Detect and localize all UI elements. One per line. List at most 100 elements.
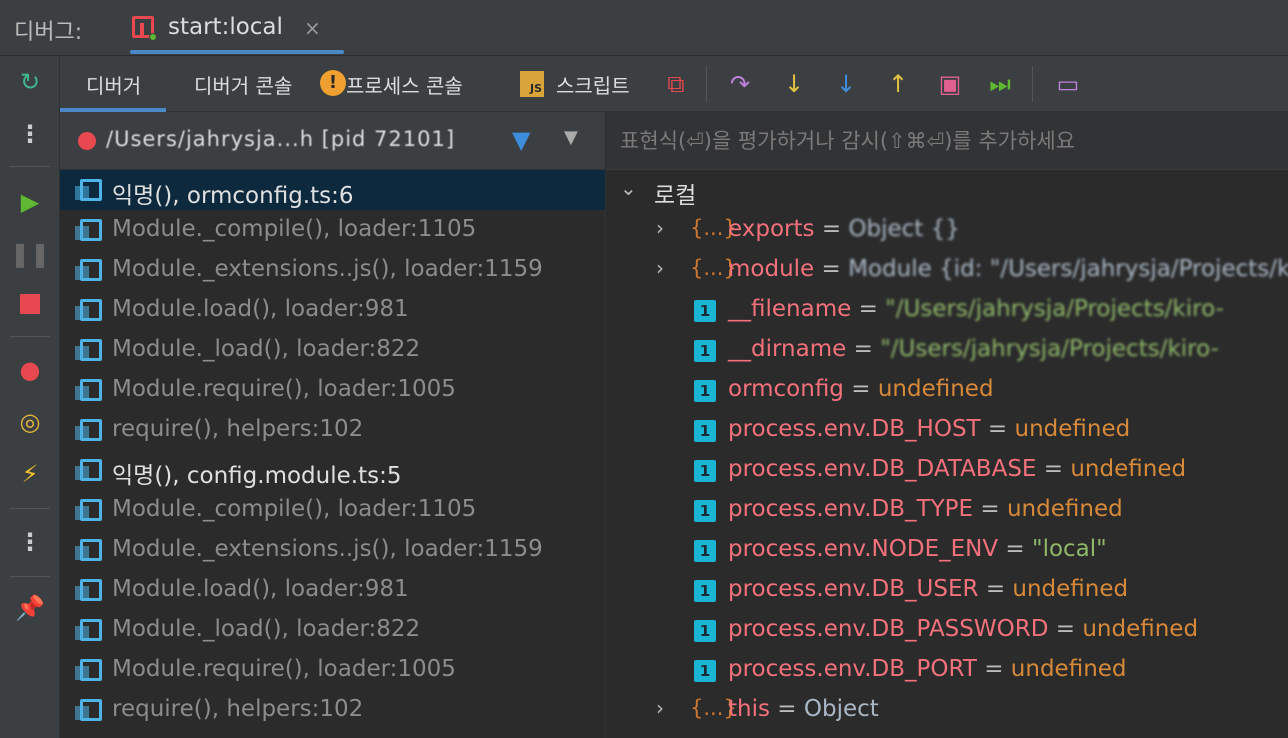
variable-value: Object bbox=[803, 696, 879, 722]
primitive-icon: 1 bbox=[694, 460, 716, 482]
separator bbox=[10, 166, 50, 167]
variable-row-module[interactable]: › {...} module = Module {id: "/Users/jah… bbox=[606, 250, 1288, 290]
variable-row-exports[interactable]: › {...} exports = Object {} bbox=[606, 210, 1288, 250]
variable-name: process.env.DB_TYPE bbox=[728, 496, 974, 522]
active-tab-underline bbox=[130, 50, 344, 54]
variable-row-filename[interactable]: 1 __filename = "/Users/jahrysja/Projects… bbox=[606, 290, 1288, 330]
variable-value: undefined bbox=[1012, 576, 1129, 602]
variable-row-dirname[interactable]: 1 __dirname = "/Users/jahrysja/Projects/… bbox=[606, 330, 1288, 370]
variable-value: undefined bbox=[877, 376, 994, 402]
variable-name: process.env.NODE_ENV bbox=[728, 536, 999, 562]
stack-frame-icon bbox=[75, 379, 102, 401]
frame-row[interactable]: Module._extensions..js(), loader:1159 bbox=[60, 530, 605, 570]
separator bbox=[10, 336, 50, 337]
variable-value: undefined bbox=[1070, 456, 1187, 482]
variable-value: Module {id: "/Users/jahrysja/Projects/ki… bbox=[848, 256, 1288, 282]
stack-frame-icon bbox=[75, 339, 102, 361]
expression-bar bbox=[606, 112, 1288, 170]
primitive-icon: 1 bbox=[694, 380, 716, 402]
primitive-icon: 1 bbox=[694, 340, 716, 362]
variable-row-db-user[interactable]: 1 process.env.DB_USER = undefined bbox=[606, 570, 1288, 610]
chevron-right-icon[interactable]: › bbox=[656, 256, 664, 280]
primitive-icon: 1 bbox=[694, 500, 716, 522]
variable-name: module bbox=[728, 256, 815, 282]
run-config-tab[interactable]: start:local × bbox=[118, 0, 344, 56]
variable-row-ormconfig[interactable]: 1 ormconfig = undefined bbox=[606, 370, 1288, 410]
chevron-right-icon[interactable]: › bbox=[656, 696, 664, 720]
evaluate-expression-icon[interactable]: ▭ bbox=[1050, 66, 1086, 102]
variable-name: process.env.DB_USER bbox=[728, 576, 979, 602]
variable-name: process.env.DB_HOST bbox=[728, 416, 981, 442]
frame-row[interactable]: Module.load(), loader:981 bbox=[60, 570, 605, 610]
frame-row[interactable]: require(), helpers:102 bbox=[60, 690, 605, 730]
debug-side-toolbar: ↻ ⋮ ▶ ❚❚ ● ◎ ⚡ ⋮ 📌 bbox=[0, 56, 60, 738]
stack-frame-icon bbox=[75, 699, 102, 721]
primitive-icon: 1 bbox=[694, 660, 716, 682]
close-tab-icon[interactable]: × bbox=[304, 16, 321, 40]
run-to-cursor-icon[interactable]: ⏭ bbox=[982, 66, 1018, 102]
variables-panel: ⌄ 로컬 › {...} exports = Object {} › {...}… bbox=[606, 112, 1288, 738]
variable-row-node-env[interactable]: 1 process.env.NODE_ENV = "local" bbox=[606, 530, 1288, 570]
running-indicator-icon bbox=[149, 33, 157, 41]
view-breakpoints-icon[interactable]: ● bbox=[12, 352, 48, 388]
chevron-right-icon[interactable]: › bbox=[656, 216, 664, 240]
layout-settings-icon[interactable]: ⧉ bbox=[658, 66, 694, 102]
primitive-icon: 1 bbox=[694, 300, 716, 322]
chevron-down-icon[interactable]: ▼ bbox=[564, 127, 578, 148]
filter-icon[interactable]: ▼ bbox=[512, 126, 530, 154]
variable-value: "local" bbox=[1032, 536, 1107, 562]
pause-program-icon[interactable]: ❚❚ bbox=[10, 236, 50, 272]
warning-icon: ! bbox=[320, 70, 346, 96]
frame-row[interactable]: Module._load(), loader:822 bbox=[60, 610, 605, 650]
settings-dropdown-icon[interactable]: ⋮ bbox=[12, 524, 48, 560]
frame-row[interactable]: Module._compile(), loader:1105 bbox=[60, 210, 605, 250]
stack-frame-icon bbox=[75, 179, 102, 201]
evaluate-expression-input[interactable] bbox=[620, 122, 1280, 160]
tab-debugger-console[interactable]: 디버거 콘솔 bbox=[194, 70, 292, 99]
exception-breakpoint-icon[interactable]: ⚡ bbox=[12, 456, 48, 492]
variable-name: process.env.DB_PORT bbox=[728, 656, 977, 682]
frame-row[interactable]: 익명(), config.module.ts:5 bbox=[60, 450, 605, 490]
tab-scripts[interactable]: 스크립트 bbox=[556, 70, 630, 99]
variable-name: __dirname bbox=[728, 336, 847, 362]
pin-tab-icon[interactable]: 📌 bbox=[12, 590, 48, 626]
variable-row-db-type[interactable]: 1 process.env.DB_TYPE = undefined bbox=[606, 490, 1288, 530]
drop-frame-icon[interactable]: ▣ bbox=[932, 66, 968, 102]
step-into-icon[interactable]: ↓ bbox=[776, 66, 812, 102]
stop-icon[interactable] bbox=[12, 286, 48, 322]
variable-row-db-database[interactable]: 1 process.env.DB_DATABASE = undefined bbox=[606, 450, 1288, 490]
mute-breakpoints-icon[interactable]: ◎ bbox=[12, 404, 48, 440]
variable-row-this[interactable]: › {...} this = Object bbox=[606, 690, 1288, 730]
variable-row-db-host[interactable]: 1 process.env.DB_HOST = undefined bbox=[606, 410, 1288, 450]
frame-row[interactable]: Module._load(), loader:822 bbox=[60, 330, 605, 370]
js-script-icon: JS bbox=[520, 71, 544, 97]
frame-row[interactable]: Module.require(), loader:1005 bbox=[60, 650, 605, 690]
frame-row[interactable]: Module.require(), loader:1005 bbox=[60, 370, 605, 410]
tab-process-console[interactable]: 프로세스 콘솔 bbox=[346, 70, 463, 99]
frame-row[interactable]: require(), helpers:102 bbox=[60, 410, 605, 450]
variable-row-db-password[interactable]: 1 process.env.DB_PASSWORD = undefined bbox=[606, 610, 1288, 650]
variable-value: undefined bbox=[1010, 656, 1127, 682]
force-step-into-icon[interactable]: ↓ bbox=[828, 66, 864, 102]
stack-frame-icon bbox=[75, 659, 102, 681]
thread-selector[interactable]: /Users/jahrysja...h [pid 72101] ▼ ▼ bbox=[60, 112, 605, 170]
frame-row[interactable]: Module._compile(), loader:1105 bbox=[60, 490, 605, 530]
stack-frame-icon bbox=[75, 219, 102, 241]
tab-debugger[interactable]: 디버거 bbox=[86, 70, 141, 99]
rerun-icon[interactable]: ↻ bbox=[12, 64, 48, 100]
stack-frame-icon bbox=[75, 419, 102, 441]
nestjs-run-icon bbox=[132, 16, 157, 41]
more-actions-icon[interactable]: ⋮ bbox=[12, 116, 48, 152]
frame-row[interactable]: Module.load(), loader:981 bbox=[60, 290, 605, 330]
chevron-down-icon[interactable]: ⌄ bbox=[620, 176, 637, 200]
resume-program-icon[interactable]: ▶ bbox=[12, 184, 48, 220]
variable-row-db-port[interactable]: 1 process.env.DB_PORT = undefined bbox=[606, 650, 1288, 690]
stack-frame-icon bbox=[75, 459, 102, 481]
variable-value: "/Users/jahrysja/Projects/kiro- bbox=[880, 336, 1219, 362]
step-out-icon[interactable]: ↑ bbox=[880, 66, 916, 102]
step-over-icon[interactable]: ↷ bbox=[722, 66, 758, 102]
frame-row[interactable]: 익명(), ormconfig.ts:6 bbox=[60, 170, 605, 210]
frame-row[interactable]: Module._extensions..js(), loader:1159 bbox=[60, 250, 605, 290]
debugger-toolbar: 디버거 디버거 콘솔 ! 프로세스 콘솔 JS 스크립트 ⧉ ↷ ↓ ↓ ↑ ▣… bbox=[60, 56, 1288, 112]
locals-section[interactable]: ⌄ 로컬 bbox=[606, 170, 1288, 210]
